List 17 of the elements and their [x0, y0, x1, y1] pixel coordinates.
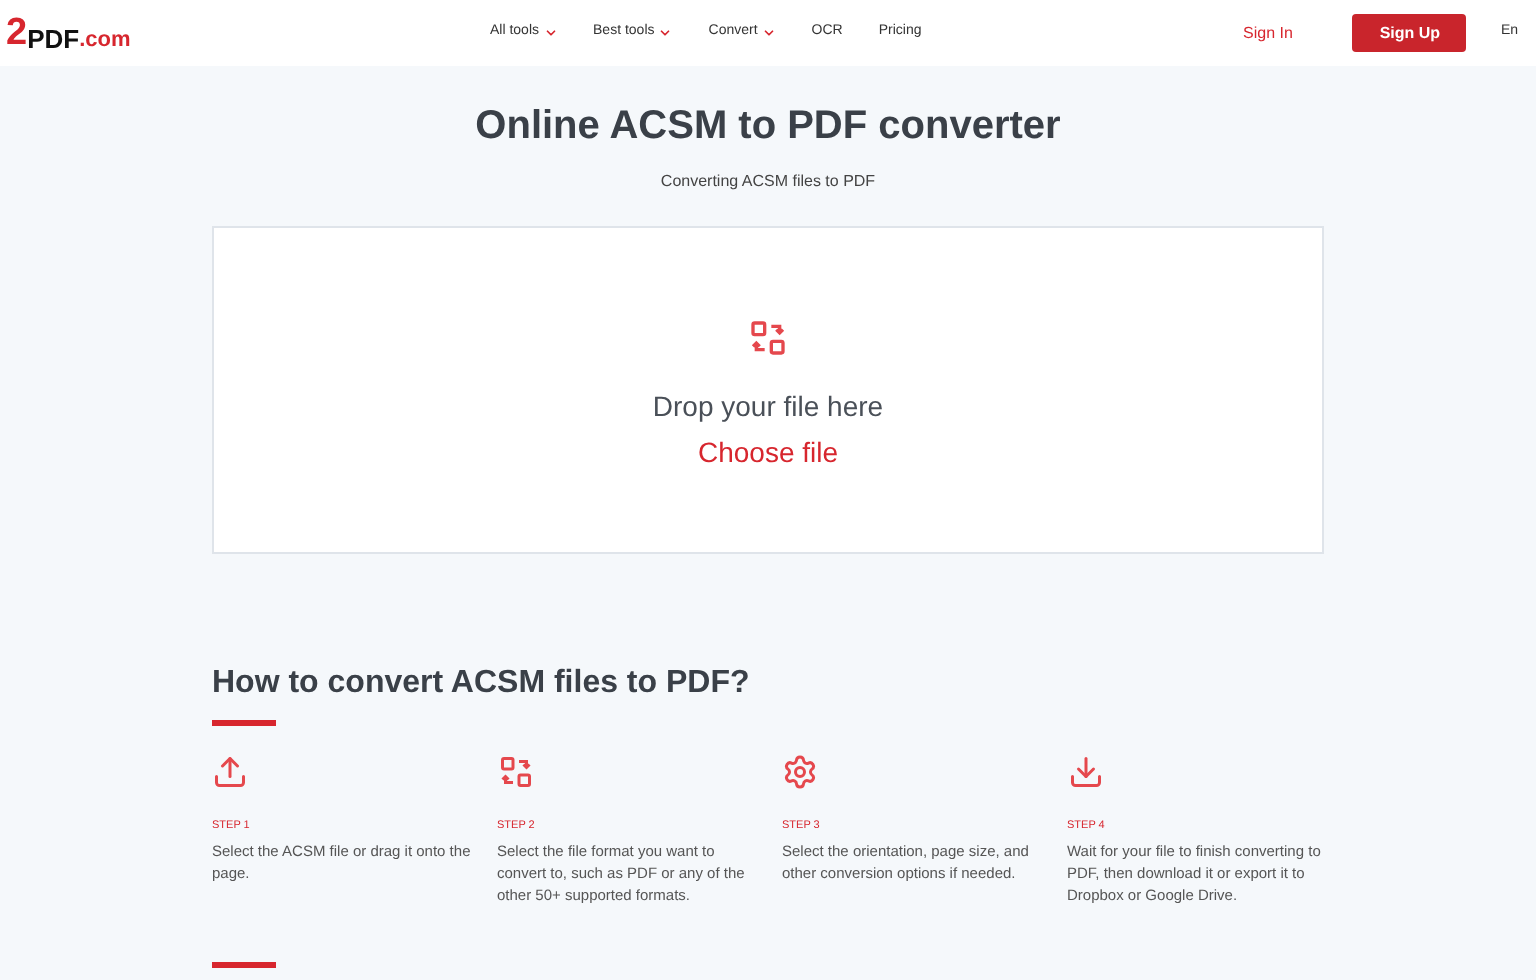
drop-zone[interactable]: Drop your file here Choose file [212, 226, 1324, 554]
drop-prompt: Drop your file here [652, 388, 884, 426]
upload-icon [212, 754, 248, 790]
convert-icon [748, 318, 788, 358]
sign-up-button[interactable]: Sign Up [1352, 14, 1467, 52]
sign-in-link[interactable]: Sign In [1243, 21, 1293, 45]
page-title: Online ACSM to PDF converter [475, 102, 1061, 152]
convert-icon [497, 754, 533, 790]
choose-file-link[interactable]: Choose file [697, 432, 839, 474]
section-heading: How to convert ACSM files to PDF? [212, 664, 752, 704]
chevron-down-icon [761, 26, 776, 40]
chevron-down-icon [543, 26, 558, 40]
chevron-down-icon [658, 26, 673, 40]
settings-icon [782, 754, 818, 790]
page-subtitle: Converting ACSM files to PDF [660, 170, 876, 194]
logo[interactable]: 2PDF.com [6, 14, 466, 52]
download-icon [1067, 754, 1103, 790]
